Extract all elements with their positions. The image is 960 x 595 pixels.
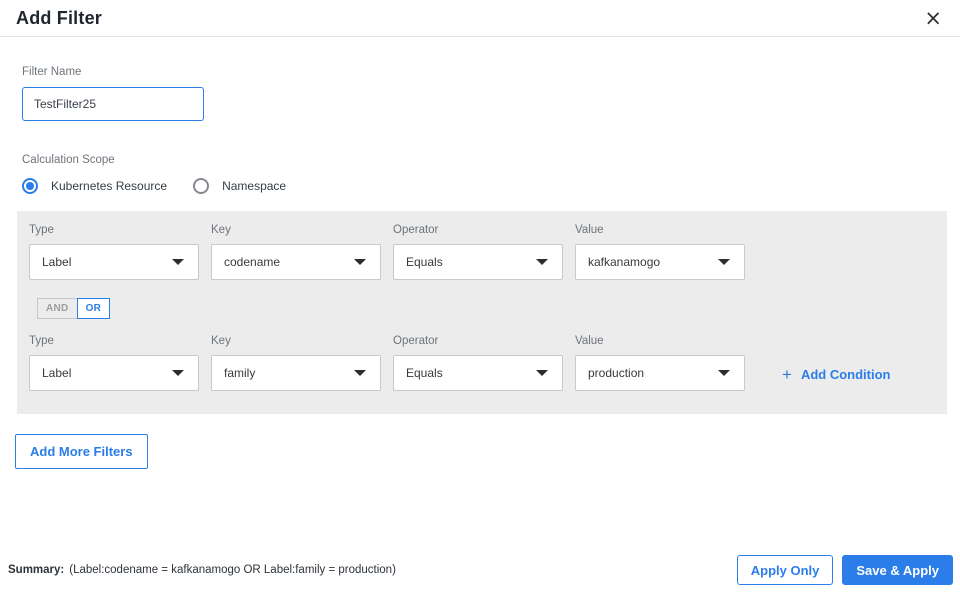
plus-icon: + — [782, 365, 792, 384]
chevron-down-icon — [718, 259, 730, 265]
chevron-down-icon — [536, 259, 548, 265]
condition-2-value-dropdown[interactable]: production — [575, 355, 745, 391]
dropdown-value: Equals — [406, 255, 443, 269]
filter-name-label: Filter Name — [22, 66, 82, 78]
dialog-title: Add Filter — [16, 7, 102, 28]
condition-1-type-group: Type Label — [29, 224, 199, 280]
calculation-scope-options: Kubernetes Resource Namespace — [22, 178, 960, 194]
dropdown-value: Label — [42, 255, 72, 269]
condition-2-type-dropdown[interactable]: Label — [29, 355, 199, 391]
add-condition-label: Add Condition — [800, 367, 891, 382]
value-label: Value — [575, 224, 604, 236]
chevron-down-icon — [536, 370, 548, 376]
operator-label: Operator — [393, 224, 439, 236]
chevron-down-icon — [354, 259, 366, 265]
logic-toggle: AND OR — [37, 298, 935, 319]
radio-label: Namespace — [222, 179, 287, 193]
condition-1-type-dropdown[interactable]: Label — [29, 244, 199, 280]
condition-1-operator-dropdown[interactable]: Equals — [393, 244, 563, 280]
radio-label: Kubernetes Resource — [51, 179, 168, 193]
dropdown-value: codename — [224, 255, 281, 269]
save-and-apply-button[interactable]: Save & Apply — [842, 555, 953, 585]
chevron-down-icon — [172, 259, 184, 265]
key-label: Key — [211, 224, 231, 236]
condition-1-value-group: Value kafkanamogo — [575, 224, 745, 280]
type-label: Type — [29, 335, 54, 347]
condition-1-key-group: Key codename — [211, 224, 381, 280]
condition-1-operator-group: Operator Equals — [393, 224, 563, 280]
condition-2-operator-group: Operator Equals — [393, 335, 563, 391]
add-filter-dialog: Add Filter × Filter Name Calculation Sco… — [0, 0, 960, 595]
filter-name-input[interactable] — [22, 87, 204, 121]
summary-label: Summary: — [8, 564, 65, 576]
condition-2-key-dropdown[interactable]: family — [211, 355, 381, 391]
chevron-down-icon — [718, 370, 730, 376]
and-toggle-button[interactable]: AND — [37, 298, 77, 319]
value-label: Value — [575, 335, 604, 347]
or-toggle-button[interactable]: OR — [76, 298, 111, 319]
dialog-header: Add Filter × — [0, 0, 960, 37]
radio-unselected-icon[interactable] — [193, 178, 210, 194]
dropdown-value: production — [588, 366, 645, 380]
condition-1-key-dropdown[interactable]: codename — [211, 244, 381, 280]
radio-namespace[interactable]: Namespace — [193, 178, 286, 194]
add-more-filters-button[interactable]: Add More Filters — [15, 434, 148, 469]
calculation-scope-label: Calculation Scope — [22, 154, 115, 166]
footer-actions: Apply Only Save & Apply — [736, 555, 953, 585]
summary-text: (Label:codename = kafkanamogo OR Label:f… — [69, 564, 396, 576]
condition-2-key-group: Key family — [211, 335, 381, 391]
apply-only-button[interactable]: Apply Only — [736, 555, 834, 585]
chevron-down-icon — [354, 370, 366, 376]
close-icon[interactable]: × — [922, 7, 944, 29]
key-label: Key — [211, 335, 231, 347]
conditions-panel: Type Label Key codename Operator Equals — [17, 211, 947, 414]
operator-label: Operator — [393, 335, 439, 347]
dropdown-value: family — [224, 366, 256, 380]
summary: Summary: (Label:codename = kafkanamogo OR… — [8, 564, 396, 576]
condition-2-value-group: Value production — [575, 335, 745, 391]
dialog-footer: Summary: (Label:codename = kafkanamogo OR… — [0, 555, 960, 585]
radio-selected-icon[interactable] — [22, 178, 38, 194]
add-condition-link[interactable]: + Add Condition — [782, 366, 890, 383]
condition-row-2: Type Label Key family Operator Equals Va… — [29, 335, 935, 391]
condition-2-type-group: Type Label — [29, 335, 199, 391]
type-label: Type — [29, 224, 54, 236]
dropdown-value: Label — [42, 366, 72, 380]
condition-2-operator-dropdown[interactable]: Equals — [393, 355, 563, 391]
dropdown-value: Equals — [406, 366, 443, 380]
chevron-down-icon — [172, 370, 184, 376]
radio-kubernetes-resource[interactable]: Kubernetes Resource — [22, 178, 167, 194]
dropdown-value: kafkanamogo — [588, 255, 661, 269]
condition-1-value-dropdown[interactable]: kafkanamogo — [575, 244, 745, 280]
condition-row-1: Type Label Key codename Operator Equals — [29, 224, 935, 280]
